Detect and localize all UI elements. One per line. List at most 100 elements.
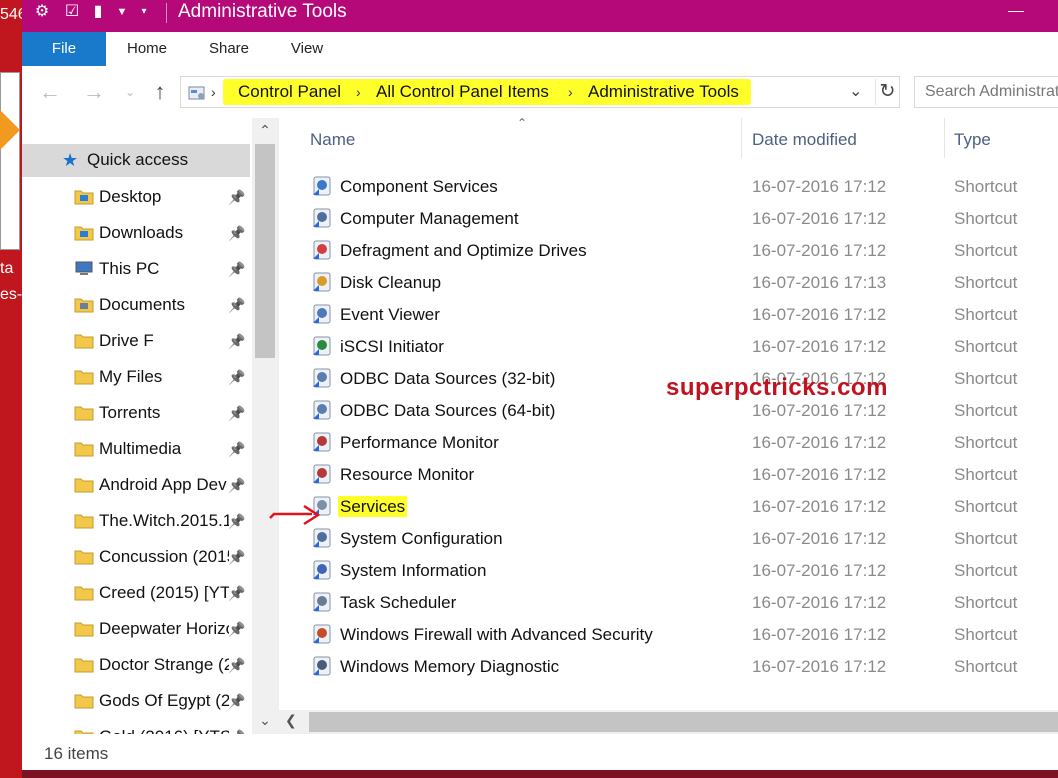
properties-icon[interactable]: ☑ bbox=[62, 2, 82, 22]
nav-scroll-thumb[interactable] bbox=[255, 144, 275, 358]
sidebar-item[interactable]: Gods Of Egypt (2016)📌 bbox=[22, 684, 250, 720]
file-row[interactable]: Performance Monitor 16-07-2016 17:12 Short… bbox=[279, 426, 1058, 458]
pin-icon[interactable]: 📌 bbox=[228, 513, 245, 530]
breadcrumb-separator-icon[interactable]: › bbox=[211, 81, 216, 103]
tab-view[interactable]: View bbox=[270, 32, 344, 66]
breadcrumb-admin-tools[interactable]: Administrative Tools bbox=[588, 81, 739, 103]
column-header-date[interactable]: Date modified bbox=[752, 128, 857, 152]
pin-icon[interactable]: 📌 bbox=[228, 405, 245, 422]
admin-tool-shortcut-icon bbox=[313, 528, 331, 548]
pin-icon[interactable]: 📌 bbox=[228, 225, 245, 242]
file-type: Shortcut bbox=[954, 593, 1018, 612]
pin-icon[interactable]: 📌 bbox=[228, 621, 245, 638]
nav-scrollbar[interactable]: ⌃ ⌄ bbox=[252, 118, 278, 734]
sidebar-item[interactable]: Doctor Strange (2016)📌 bbox=[22, 648, 250, 684]
file-row[interactable]: Disk Cleanup 16-07-2016 17:13 Shortcut bbox=[279, 266, 1058, 298]
pin-icon[interactable]: 📌 bbox=[228, 477, 245, 494]
bookmark-icon[interactable]: ▮ bbox=[88, 2, 108, 22]
file-row[interactable]: iSCSI Initiator 16-07-2016 17:12 Shortcut bbox=[279, 330, 1058, 362]
address-bar[interactable]: › Control Panel › All Control Panel Item… bbox=[180, 76, 900, 108]
window-title: Administrative Tools bbox=[178, 1, 347, 22]
sidebar-item-label: Torrents bbox=[99, 403, 161, 422]
sidebar-item[interactable]: Torrents 📌 bbox=[22, 396, 250, 432]
scroll-up-icon[interactable]: ⌃ bbox=[252, 122, 278, 142]
sidebar-item[interactable]: Deepwater Horizon📌 bbox=[22, 612, 250, 648]
sidebar-item[interactable]: Creed (2015) [YTS]📌 bbox=[22, 576, 250, 612]
sidebar-item[interactable]: Gold (2016) [YTS]📌 bbox=[22, 720, 250, 734]
file-row[interactable]: Windows Firewall with Advanced Security 1… bbox=[279, 618, 1058, 650]
column-header-type[interactable]: Type bbox=[954, 128, 991, 152]
pin-icon[interactable]: 📌 bbox=[228, 693, 245, 710]
sidebar-item-label: Desktop bbox=[99, 187, 162, 206]
file-row[interactable]: System Information 16-07-2016 17:12 Shortc… bbox=[279, 554, 1058, 586]
sidebar-item[interactable]: Desktop 📌 bbox=[22, 180, 250, 216]
minimize-button[interactable] bbox=[1008, 0, 1054, 30]
address-history-dropdown-icon[interactable]: ⌄ bbox=[849, 81, 862, 101]
sidebar-item-label: Android App Dev bbox=[99, 475, 227, 494]
tab-file[interactable]: File bbox=[22, 32, 106, 66]
file-date: 16-07-2016 17:13 bbox=[752, 273, 887, 292]
pin-icon[interactable]: 📌 bbox=[228, 297, 245, 314]
sidebar-item[interactable]: Concussion (2015) 📌 bbox=[22, 540, 250, 576]
pin-icon[interactable]: 📌 bbox=[228, 441, 245, 458]
recent-locations-button[interactable]: ⌄ bbox=[116, 78, 144, 106]
back-button[interactable]: ← bbox=[36, 78, 64, 106]
sidebar-item[interactable]: Multimedia 📌 bbox=[22, 432, 250, 468]
pin-icon[interactable]: 📌 bbox=[228, 657, 245, 674]
breadcrumb-control-panel[interactable]: Control Panel bbox=[238, 81, 341, 103]
customize-quick-access-icon[interactable]: ▼ bbox=[112, 2, 132, 22]
tab-home[interactable]: Home bbox=[106, 32, 188, 66]
status-bar: 16 items bbox=[22, 740, 1058, 770]
scroll-left-icon[interactable]: ❮ bbox=[285, 712, 297, 729]
pin-icon[interactable]: 📌 bbox=[228, 585, 245, 602]
file-row[interactable]: Services 16-07-2016 17:12 Shortcut bbox=[279, 490, 1058, 522]
up-button[interactable]: ↑ bbox=[146, 78, 174, 106]
search-input[interactable]: Search Administrative Tools bbox=[914, 76, 1058, 108]
admin-tools-icon[interactable]: ⚙ bbox=[32, 2, 52, 22]
pin-icon[interactable]: 📌 bbox=[228, 729, 245, 734]
file-date: 16-07-2016 17:12 bbox=[752, 337, 887, 356]
sidebar-item[interactable]: The.Witch.2015.1080p📌 bbox=[22, 504, 250, 540]
forward-button[interactable]: → bbox=[80, 78, 108, 106]
sidebar-item-label: Gold (2016) [YTS] bbox=[99, 727, 229, 734]
sidebar-item[interactable]: This PC 📌 bbox=[22, 252, 250, 288]
scroll-down-icon[interactable]: ⌄ bbox=[252, 712, 278, 732]
horizontal-scroll-thumb[interactable] bbox=[309, 712, 1058, 732]
sidebar-item[interactable]: Android App Dev 📌 bbox=[22, 468, 250, 504]
column-header-name[interactable]: Name bbox=[310, 128, 355, 152]
sidebar-item[interactable]: Documents 📌 bbox=[22, 288, 250, 324]
horizontal-scrollbar[interactable]: ❮ bbox=[279, 710, 1058, 734]
file-row[interactable]: Windows Memory Diagnostic 16-07-2016 17:1… bbox=[279, 650, 1058, 682]
admin-tool-shortcut-icon bbox=[313, 208, 331, 228]
admin-tool-shortcut-icon bbox=[313, 336, 331, 356]
file-row[interactable]: Event Viewer 16-07-2016 17:12 Shortcut bbox=[279, 298, 1058, 330]
refresh-button[interactable]: ↻ bbox=[875, 79, 899, 105]
pin-icon[interactable]: 📌 bbox=[228, 333, 245, 350]
file-row[interactable]: Component Services 16-07-2016 17:12 Shortc… bbox=[279, 170, 1058, 202]
quick-access-dropdown-icon[interactable]: ▾ bbox=[134, 2, 154, 22]
pin-icon[interactable]: 📌 bbox=[228, 189, 245, 206]
nav-quick-access[interactable]: ★ Quick access bbox=[22, 144, 250, 177]
breadcrumb-separator-icon[interactable]: › bbox=[356, 81, 361, 103]
sidebar-item[interactable]: Downloads 📌 bbox=[22, 216, 250, 252]
file-type: Shortcut bbox=[954, 529, 1018, 548]
file-row[interactable]: System Configuration 16-07-2016 17:12 Shor… bbox=[279, 522, 1058, 554]
breadcrumb-all-items[interactable]: All Control Panel Items bbox=[376, 81, 549, 103]
file-row[interactable]: Resource Monitor 16-07-2016 17:12 Shortcut bbox=[279, 458, 1058, 490]
file-row[interactable]: Defragment and Optimize Drives 16-07-2016… bbox=[279, 234, 1058, 266]
column-divider[interactable] bbox=[741, 118, 742, 158]
desktop-text-1: 546 bbox=[0, 6, 22, 23]
sidebar-item[interactable]: Drive F 📌 bbox=[22, 324, 250, 360]
admin-tool-shortcut-icon bbox=[313, 592, 331, 612]
pin-icon[interactable]: 📌 bbox=[228, 549, 245, 566]
tab-share[interactable]: Share bbox=[188, 32, 270, 66]
file-row[interactable]: Computer Management 16-07-2016 17:12 Short… bbox=[279, 202, 1058, 234]
pin-icon[interactable]: 📌 bbox=[228, 369, 245, 386]
column-divider[interactable] bbox=[944, 118, 945, 158]
pin-icon[interactable]: 📌 bbox=[228, 261, 245, 278]
breadcrumb-separator-icon[interactable]: › bbox=[568, 81, 573, 103]
sidebar-item[interactable]: My Files 📌 bbox=[22, 360, 250, 396]
explorer-window: ⚙ ☑ ▮ ▼ ▾ Administrative Tools File Home… bbox=[22, 0, 1058, 770]
file-row[interactable]: Task Scheduler 16-07-2016 17:12 Shortcut bbox=[279, 586, 1058, 618]
file-date: 16-07-2016 17:12 bbox=[752, 497, 887, 516]
